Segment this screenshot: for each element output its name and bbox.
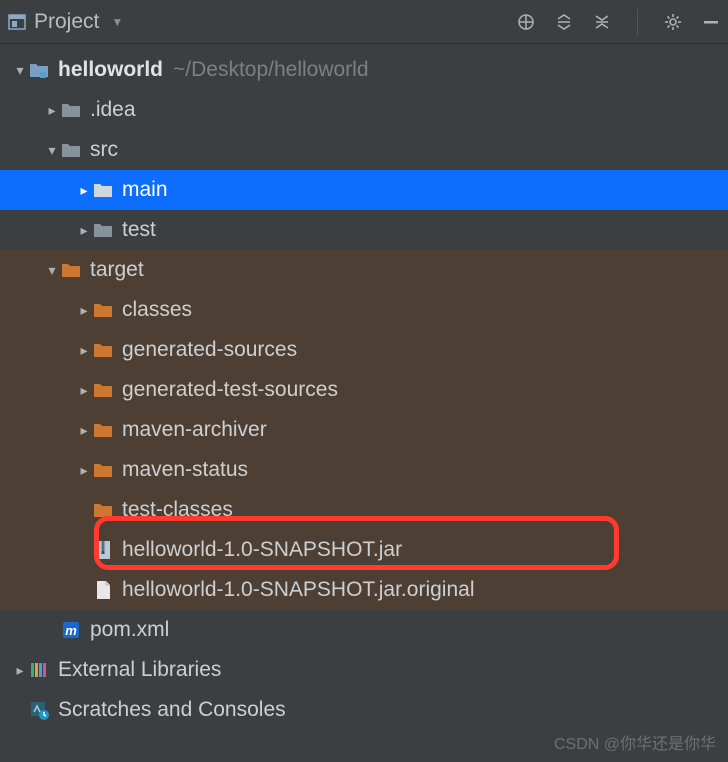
tree-node-generated-sources[interactable]: ▸ generated-sources — [0, 330, 728, 370]
toolbar-divider — [637, 9, 638, 35]
node-label: target — [90, 258, 144, 282]
chevron-down-icon: ▼ — [111, 15, 123, 29]
folder-icon — [60, 99, 82, 121]
chevron-right-icon: ▸ — [12, 662, 28, 679]
node-label: classes — [122, 298, 192, 322]
select-opened-file-icon[interactable] — [517, 13, 535, 31]
node-path: ~/Desktop/helloworld — [173, 58, 369, 82]
tree-node-project-root[interactable]: ▾ helloworld ~/Desktop/helloworld — [0, 50, 728, 90]
excluded-folder-icon — [92, 299, 114, 321]
excluded-folder-icon — [92, 499, 114, 521]
node-label: maven-archiver — [122, 418, 267, 442]
excluded-folder-icon — [92, 459, 114, 481]
svg-text:m: m — [65, 623, 77, 638]
node-label: generated-sources — [122, 338, 297, 362]
node-label: main — [122, 178, 168, 202]
excluded-folder-icon — [92, 419, 114, 441]
maven-icon: m — [60, 619, 82, 641]
excluded-folder-icon — [60, 259, 82, 281]
chevron-right-icon: ▸ — [76, 182, 92, 199]
chevron-down-icon: ▾ — [12, 62, 28, 79]
chevron-right-icon: ▸ — [76, 222, 92, 239]
view-selector[interactable]: Project ▼ — [8, 10, 123, 34]
module-folder-icon — [28, 59, 50, 81]
chevron-right-icon: ▸ — [76, 302, 92, 319]
chevron-right-icon: ▸ — [76, 382, 92, 399]
tree-node-classes[interactable]: ▸ classes — [0, 290, 728, 330]
tree-node-main[interactable]: ▸ main — [0, 170, 728, 210]
expand-all-icon[interactable] — [555, 13, 573, 31]
tree-node-pom[interactable]: m pom.xml — [0, 610, 728, 650]
library-icon — [28, 659, 50, 681]
tree-node-scratches[interactable]: Scratches and Consoles — [0, 690, 728, 730]
chevron-right-icon: ▸ — [76, 422, 92, 439]
folder-icon — [60, 139, 82, 161]
tree-node-maven-archiver[interactable]: ▸ maven-archiver — [0, 410, 728, 450]
project-toolbar: Project ▼ — [0, 0, 728, 44]
tree-node-external-libraries[interactable]: ▸ External Libraries — [0, 650, 728, 690]
node-label: generated-test-sources — [122, 378, 338, 402]
archive-icon — [92, 539, 114, 561]
chevron-right-icon: ▸ — [76, 462, 92, 479]
node-label: helloworld — [58, 58, 163, 82]
collapse-all-icon[interactable] — [593, 13, 611, 31]
chevron-right-icon: ▸ — [76, 342, 92, 359]
node-label: maven-status — [122, 458, 248, 482]
node-label: pom.xml — [90, 618, 169, 642]
node-label: helloworld-1.0-SNAPSHOT.jar.original — [122, 578, 474, 602]
project-tool-window: Project ▼ ▾ — [0, 0, 728, 762]
folder-icon — [92, 179, 114, 201]
node-label: src — [90, 138, 118, 162]
tree-node-test[interactable]: ▸ test — [0, 210, 728, 250]
tree-node-src[interactable]: ▾ src — [0, 130, 728, 170]
view-label: Project — [34, 10, 99, 34]
node-label: test-classes — [122, 498, 233, 522]
node-label: External Libraries — [58, 658, 221, 682]
folder-icon — [92, 219, 114, 241]
tree-node-target[interactable]: ▾ target — [0, 250, 728, 290]
excluded-folder-icon — [92, 379, 114, 401]
node-label: test — [122, 218, 156, 242]
toolbar-actions — [517, 9, 720, 35]
tree-node-generated-test-sources[interactable]: ▸ generated-test-sources — [0, 370, 728, 410]
chevron-right-icon: ▸ — [44, 102, 60, 119]
excluded-folder-icon — [92, 339, 114, 361]
node-label: .idea — [90, 98, 136, 122]
watermark-text: CSDN @你华还是你华 — [554, 730, 716, 754]
tree-node-jar-original[interactable]: helloworld-1.0-SNAPSHOT.jar.original — [0, 570, 728, 610]
scratches-icon — [28, 699, 50, 721]
tree-node-idea[interactable]: ▸ .idea — [0, 90, 728, 130]
window-icon — [8, 13, 26, 31]
tree-node-test-classes[interactable]: test-classes — [0, 490, 728, 530]
chevron-down-icon: ▾ — [44, 142, 60, 159]
gear-icon[interactable] — [664, 13, 682, 31]
hide-icon[interactable] — [702, 13, 720, 31]
file-icon — [92, 579, 114, 601]
tree-node-maven-status[interactable]: ▸ maven-status — [0, 450, 728, 490]
node-label: helloworld-1.0-SNAPSHOT.jar — [122, 538, 402, 562]
project-tree[interactable]: ▾ helloworld ~/Desktop/helloworld ▸ .ide… — [0, 44, 728, 730]
chevron-down-icon: ▾ — [44, 262, 60, 279]
tree-node-jar[interactable]: helloworld-1.0-SNAPSHOT.jar — [0, 530, 728, 570]
node-label: Scratches and Consoles — [58, 698, 286, 722]
